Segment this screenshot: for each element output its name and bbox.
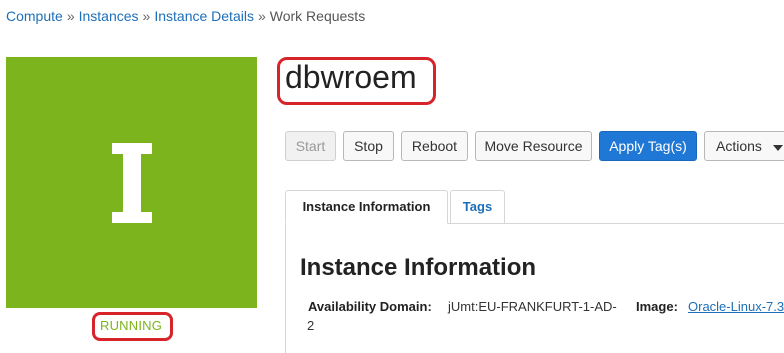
image-label: Image:: [636, 299, 678, 314]
availability-domain-value-continued: 2: [307, 318, 315, 333]
breadcrumb: Compute» Instances» Instance Details» Work …: [6, 7, 365, 25]
apply-tags-button[interactable]: Apply Tag(s): [599, 131, 697, 161]
section-title: Instance Information: [300, 254, 537, 281]
instance-info-panel: [285, 223, 784, 353]
chevron-down-icon: [773, 145, 783, 151]
tab-tags[interactable]: Tags: [450, 190, 505, 224]
instance-details-page: Compute» Instances» Instance Details» Work …: [0, 0, 784, 353]
actions-label: Actions: [716, 138, 762, 154]
availability-domain-value: jUmt:EU-FRANKFURT-1-AD-: [448, 299, 617, 314]
stop-button[interactable]: Stop: [343, 131, 394, 161]
status-highlight-ring: [92, 312, 173, 341]
breadcrumb-instance-details[interactable]: Instance Details: [154, 8, 254, 24]
image-link[interactable]: Oracle-Linux-7.3: [688, 299, 784, 314]
breadcrumb-compute[interactable]: Compute: [6, 8, 63, 24]
instance-letter-icon: [6, 57, 257, 308]
actions-dropdown-button[interactable]: Actions: [704, 131, 784, 161]
breadcrumb-separator: »: [257, 8, 266, 24]
instance-letter-glyph: [111, 142, 152, 223]
start-button[interactable]: Start: [285, 131, 336, 161]
title-highlight-ring: [277, 57, 436, 105]
breadcrumb-instances[interactable]: Instances: [79, 8, 139, 24]
tab-instance-information[interactable]: Instance Information: [285, 190, 448, 224]
breadcrumb-current: Work Requests: [269, 8, 366, 24]
instance-icon-tile: [6, 57, 257, 308]
reboot-button[interactable]: Reboot: [401, 131, 468, 161]
move-resource-button[interactable]: Move Resource: [475, 131, 592, 161]
breadcrumb-separator: »: [142, 8, 151, 24]
availability-domain-label: Availability Domain:: [308, 299, 432, 314]
breadcrumb-separator: »: [66, 8, 75, 24]
